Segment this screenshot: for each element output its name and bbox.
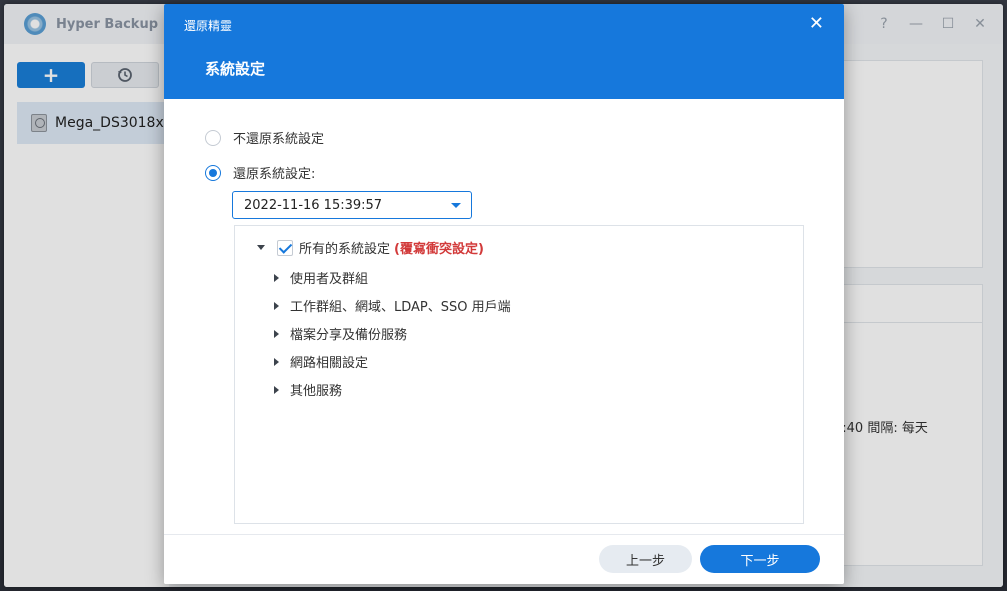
tree-item-file-services[interactable]: 檔案分享及備份服務 <box>274 324 407 343</box>
caret-right-icon[interactable] <box>274 273 279 282</box>
tree-item-domain[interactable]: 工作群組、網域、LDAP、SSO 用戶端 <box>274 296 511 315</box>
tree-item-label: 網路相關設定 <box>290 356 369 371</box>
caret-down-icon[interactable] <box>257 245 265 250</box>
tree-item-users-groups[interactable]: 使用者及群組 <box>274 268 368 287</box>
option-no-restore-label: 不還原系統設定 <box>233 132 325 147</box>
option-restore[interactable]: 還原系統設定: <box>205 163 315 182</box>
tree-item-label: 使用者及群組 <box>290 272 369 287</box>
version-select[interactable]: 2022-11-16 15:39:57 <box>232 191 472 219</box>
radio-no-restore[interactable] <box>205 129 221 146</box>
chevron-down-icon[interactable] <box>451 203 461 208</box>
caret-right-icon[interactable] <box>274 329 279 338</box>
previous-button[interactable]: 上一步 <box>599 545 692 573</box>
settings-tree: 所有的系統設定 (覆寫衝突設定) 使用者及群組 工作群組、網域、LDAP、SSO… <box>234 225 804 524</box>
tree-root[interactable]: 所有的系統設定 (覆寫衝突設定) <box>257 238 484 257</box>
tree-item-network[interactable]: 網路相關設定 <box>274 352 368 371</box>
conflict-label: (覆寫衝突設定) <box>394 242 484 257</box>
restore-wizard-dialog: 還原精靈 ✕ 系統設定 不還原系統設定 還原系統設定: 2022-11-16 1… <box>164 4 844 584</box>
version-select-value: 2022-11-16 15:39:57 <box>244 197 383 213</box>
option-restore-label: 還原系統設定: <box>233 167 316 182</box>
caret-right-icon[interactable] <box>274 385 279 394</box>
close-icon[interactable]: ✕ <box>809 13 824 34</box>
dialog-body: 不還原系統設定 還原系統設定: 2022-11-16 15:39:57 所有的系… <box>164 99 844 534</box>
tree-root-label: 所有的系統設定 <box>299 242 391 257</box>
tree-item-label: 工作群組、網域、LDAP、SSO 用戶端 <box>290 300 511 315</box>
dialog-title: 還原精靈 <box>184 19 233 33</box>
next-button[interactable]: 下一步 <box>700 545 820 573</box>
caret-right-icon[interactable] <box>274 357 279 366</box>
tree-item-label: 檔案分享及備份服務 <box>290 328 408 343</box>
all-settings-checkbox[interactable] <box>277 239 293 256</box>
option-no-restore[interactable]: 不還原系統設定 <box>205 128 324 147</box>
tree-item-other-services[interactable]: 其他服務 <box>274 380 342 399</box>
step-title: 系統設定 <box>205 60 266 78</box>
tree-item-label: 其他服務 <box>290 384 343 399</box>
dialog-header: 還原精靈 ✕ 系統設定 <box>164 4 844 99</box>
dialog-footer: 上一步 下一步 <box>164 534 844 584</box>
caret-right-icon[interactable] <box>274 301 279 310</box>
radio-restore[interactable] <box>205 164 221 181</box>
